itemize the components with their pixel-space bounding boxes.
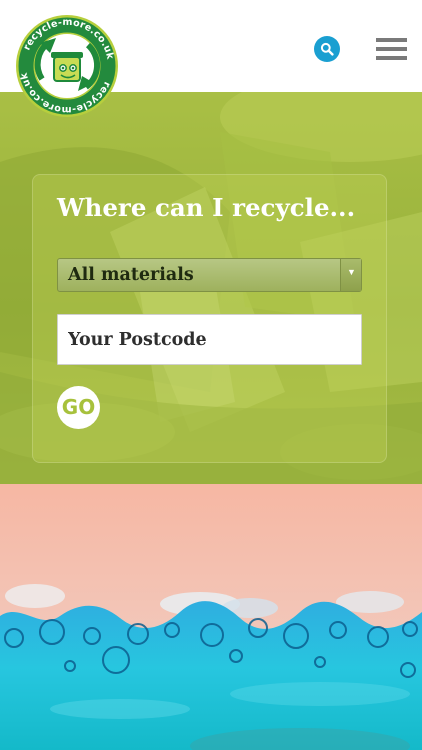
recycle-more-logo[interactable]: recycle-more.co.uk recycle-more.co.uk	[14, 13, 120, 119]
chevron-down-icon: ▼	[347, 267, 356, 277]
ocean-banner-image	[0, 484, 422, 750]
search-button[interactable]	[314, 36, 340, 62]
postcode-input[interactable]	[57, 314, 362, 365]
menu-bar-icon	[376, 47, 407, 51]
search-icon	[320, 42, 334, 56]
material-select-value: All materials	[68, 265, 194, 285]
go-button[interactable]: GO	[57, 386, 100, 429]
hamburger-menu-button[interactable]	[376, 38, 407, 60]
search-title: Where can I recycle...	[57, 193, 356, 222]
ocean-plastic-banner	[0, 484, 422, 750]
app-header: recycle-more.co.uk recycle-more.co.uk	[0, 0, 422, 117]
menu-bar-icon	[376, 38, 407, 42]
material-select[interactable]: All materials ▼	[57, 258, 362, 292]
select-arrow-button[interactable]: ▼	[340, 259, 361, 291]
recycle-search-panel: Where can I recycle... All materials ▼ G…	[32, 174, 387, 463]
hero-section: Where can I recycle... All materials ▼ G…	[0, 92, 422, 484]
menu-bar-icon	[376, 56, 407, 60]
